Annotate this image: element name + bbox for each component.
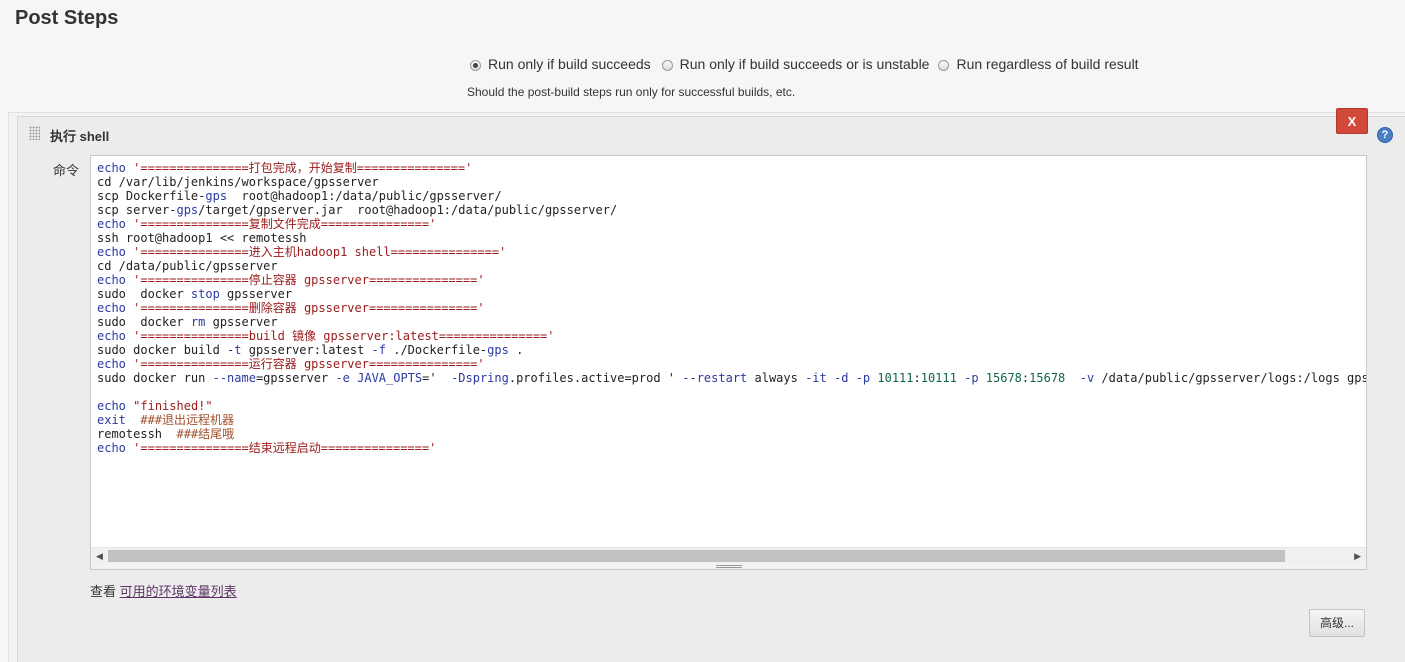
- env-vars-link[interactable]: 可用的环境变量列表: [120, 584, 237, 599]
- radio-run-if-succeeds-or-unstable[interactable]: Run only if build succeeds or is unstabl…: [661, 56, 930, 72]
- run-condition-radio-group: Run only if build succeeds Run only if b…: [470, 56, 1146, 72]
- editor-resize-handle[interactable]: [91, 563, 1366, 569]
- radio-button-icon[interactable]: [470, 59, 481, 71]
- code-line: scp Dockerfile-gps root@hadoop1:/data/pu…: [97, 189, 502, 203]
- scroll-left-icon[interactable]: ◀: [96, 550, 103, 562]
- code-line: cd /data/public/gpsserver: [97, 259, 278, 273]
- radio-run-if-succeeds[interactable]: Run only if build succeeds: [470, 56, 651, 72]
- command-code[interactable]: echo '===============打包完成，开始复制==========…: [97, 161, 1366, 455]
- radio-label: Run only if build succeeds: [488, 56, 651, 72]
- code-line: echo "finished!": [97, 399, 213, 413]
- code-line: echo '===============结束远程启动=============…: [97, 441, 437, 455]
- run-condition-hint: Should the post-build steps run only for…: [467, 85, 796, 99]
- code-line: echo '===============运行容器 gpsserver=====…: [97, 357, 485, 371]
- code-line: exit ###退出远程机器: [97, 413, 235, 427]
- code-line: echo '===============删除容器 gpsserver=====…: [97, 301, 485, 315]
- command-editor[interactable]: echo '===============打包完成，开始复制==========…: [90, 155, 1367, 570]
- env-vars-prefix: 查看: [90, 584, 117, 599]
- code-line: remotessh ###结尾哦: [97, 427, 235, 441]
- code-line: cd /var/lib/jenkins/workspace/gpsserver: [97, 175, 379, 189]
- delete-step-button[interactable]: X: [1336, 108, 1368, 134]
- section-title: Post Steps: [15, 7, 119, 29]
- drag-handle-icon[interactable]: [29, 126, 40, 140]
- radio-button-icon[interactable]: [938, 59, 950, 71]
- help-icon[interactable]: ?: [1377, 127, 1393, 143]
- code-line: echo '===============复制文件完成=============…: [97, 217, 437, 231]
- code-line: echo '===============停止容器 gpsserver=====…: [97, 273, 485, 287]
- env-vars-line: 查看 可用的环境变量列表: [90, 581, 237, 600]
- code-line: sudo docker run --name=gpsserver -e JAVA…: [97, 371, 1366, 385]
- resize-grip-icon[interactable]: [716, 565, 742, 568]
- advanced-button[interactable]: 高级...: [1309, 609, 1365, 637]
- code-line: echo '===============进入主机hadoop1 shell==…: [97, 245, 507, 259]
- command-label: 命令: [53, 163, 80, 178]
- radio-label: Run regardless of build result: [956, 56, 1139, 72]
- code-line: sudo docker stop gpsserver: [97, 287, 293, 301]
- code-line: echo '===============打包完成，开始复制==========…: [97, 161, 473, 175]
- scrollbar-thumb[interactable]: [108, 550, 1285, 562]
- radio-button-icon[interactable]: [661, 59, 673, 71]
- code-line: sudo docker build -t gpsserver:latest -f…: [97, 343, 524, 357]
- build-step-title: 执行 shell: [50, 129, 110, 144]
- horizontal-scrollbar[interactable]: ◀ ▶: [91, 547, 1366, 563]
- scroll-right-icon[interactable]: ▶: [1354, 550, 1361, 562]
- code-line: echo '===============build 镜像 gpsserver:…: [97, 329, 555, 343]
- radio-run-regardless[interactable]: Run regardless of build result: [938, 56, 1139, 72]
- code-line: scp server-gps/target/gpserver.jar root@…: [97, 203, 618, 217]
- code-line: sudo docker rm gpsserver: [97, 315, 278, 329]
- radio-label: Run only if build succeeds or is unstabl…: [679, 56, 930, 72]
- code-line: ssh root@hadoop1 << remotessh: [97, 231, 307, 245]
